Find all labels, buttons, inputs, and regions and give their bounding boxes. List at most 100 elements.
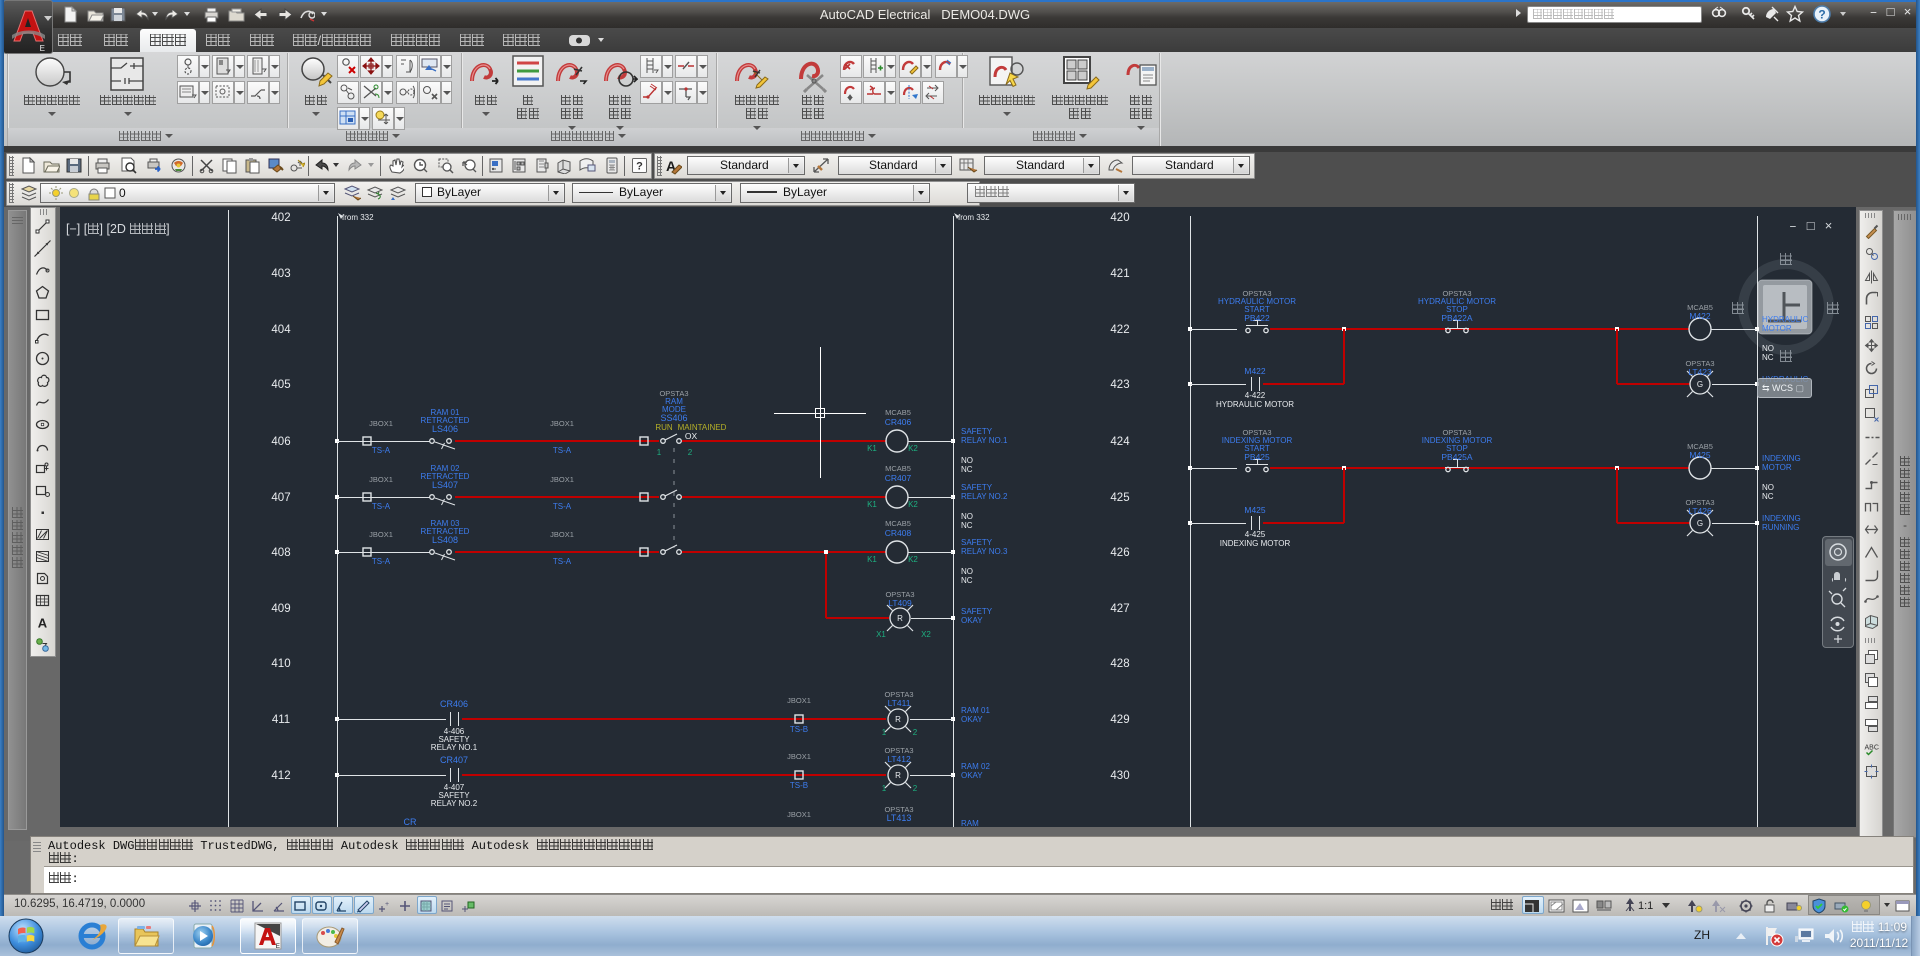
svg-text:LS408: LS408 [432, 535, 458, 545]
svg-text:from 332: from 332 [958, 213, 990, 222]
svg-text:407: 407 [271, 492, 290, 504]
svg-text:409: 409 [271, 603, 290, 615]
svg-text:RELAY NO.3: RELAY NO.3 [961, 547, 1008, 556]
svg-text:SAFETY: SAFETY [961, 483, 993, 492]
svg-text:M422: M422 [1689, 311, 1711, 321]
svg-text:JBOX1: JBOX1 [787, 696, 811, 705]
svg-text:403: 403 [271, 268, 290, 280]
svg-text:+: + [385, 901, 389, 908]
svg-text:HYDRAULIC: HYDRAULIC [1762, 315, 1808, 324]
svg-text:X2: X2 [921, 630, 931, 639]
svg-text:?: ? [636, 161, 643, 173]
svg-text:NC: NC [961, 521, 973, 530]
svg-text:RUN: RUN [655, 423, 673, 432]
svg-text:TS-B: TS-B [790, 725, 808, 734]
svg-text:NO: NO [961, 567, 973, 576]
svg-text:420: 420 [1110, 212, 1129, 224]
svg-text:K1: K1 [867, 555, 877, 564]
svg-text:424: 424 [1110, 436, 1130, 448]
svg-text:422: 422 [1110, 324, 1129, 336]
svg-text:NO: NO [1762, 344, 1774, 353]
svg-text:PB422A: PB422A [1441, 313, 1473, 323]
svg-text:TS-A: TS-A [553, 502, 572, 511]
svg-text:RELAY NO.2: RELAY NO.2 [431, 799, 478, 808]
svg-text:430: 430 [1110, 770, 1129, 782]
svg-text:429: 429 [1110, 714, 1129, 726]
svg-text:TS-A: TS-A [372, 557, 391, 566]
svg-text:1: 1 [657, 448, 662, 457]
svg-text:RELAY NO.1: RELAY NO.1 [961, 436, 1008, 445]
svg-text:NO: NO [1762, 483, 1774, 492]
svg-text:K2: K2 [908, 444, 918, 453]
svg-text:410: 410 [271, 658, 290, 670]
svg-text:MCAB5: MCAB5 [885, 408, 911, 417]
svg-text:NO: NO [961, 512, 973, 521]
svg-text:?: ? [1818, 8, 1825, 22]
svg-text:427: 427 [1110, 603, 1129, 615]
svg-text:JBOX1: JBOX1 [550, 475, 574, 484]
svg-text:E: E [276, 943, 281, 950]
svg-text:404: 404 [271, 324, 291, 336]
svg-text:TS-A: TS-A [372, 502, 391, 511]
svg-text:408: 408 [271, 547, 290, 559]
svg-text:G: G [1697, 519, 1703, 528]
svg-text:1: 1 [882, 784, 887, 793]
svg-text:LS407: LS407 [432, 480, 458, 490]
svg-text:JBOX1: JBOX1 [787, 810, 811, 819]
svg-text:JBOX1: JBOX1 [369, 419, 393, 428]
svg-text:LT412: LT412 [887, 754, 911, 764]
svg-text:SAFETY: SAFETY [961, 607, 993, 616]
svg-text:OKAY: OKAY [961, 715, 983, 724]
svg-text:JBOX1: JBOX1 [550, 419, 574, 428]
svg-text:425: 425 [1110, 492, 1129, 504]
svg-text:HYDRAULIC MOTOR: HYDRAULIC MOTOR [1216, 400, 1294, 409]
svg-text:X1: X1 [876, 630, 886, 639]
svg-text:LT413: LT413 [887, 813, 912, 823]
svg-text:412: 412 [271, 770, 290, 782]
svg-text:2: 2 [913, 728, 918, 737]
svg-text:CR406: CR406 [885, 417, 912, 427]
svg-text:R: R [897, 614, 903, 623]
svg-text:SAFETY: SAFETY [961, 427, 993, 436]
svg-text:2: 2 [913, 784, 918, 793]
svg-text:NC: NC [1762, 492, 1774, 501]
svg-text:421: 421 [1110, 268, 1129, 280]
svg-text:M422: M422 [1244, 366, 1266, 376]
svg-text:CR406: CR406 [440, 699, 468, 709]
svg-text:1: 1 [882, 728, 887, 737]
svg-text:G: G [1697, 380, 1703, 389]
svg-text:2: 2 [688, 448, 693, 457]
svg-text:411: 411 [272, 714, 290, 726]
svg-text:INDEXING: INDEXING [1762, 454, 1801, 463]
svg-text:NC: NC [961, 465, 973, 474]
svg-text:MCAB5: MCAB5 [885, 464, 911, 473]
svg-text:NC: NC [1762, 353, 1774, 362]
svg-text:K1: K1 [867, 500, 877, 509]
svg-text:MOTOR: MOTOR [1762, 463, 1792, 472]
svg-text:PB422: PB422 [1244, 313, 1270, 323]
svg-text:A: A [38, 616, 48, 631]
svg-text:LT409: LT409 [888, 598, 912, 608]
svg-text:423: 423 [1110, 379, 1129, 391]
svg-text:LT423: LT423 [1688, 367, 1712, 377]
svg-text:TS-B: TS-B [790, 781, 808, 790]
svg-text:JBOX1: JBOX1 [369, 475, 393, 484]
svg-text:1:1: 1:1 [1638, 900, 1653, 912]
svg-text:LT411: LT411 [888, 698, 911, 708]
svg-text:M425: M425 [1244, 505, 1266, 515]
svg-text:RELAY NO.1: RELAY NO.1 [431, 743, 478, 752]
svg-text:PB425A: PB425A [1441, 452, 1473, 462]
svg-text:JBOX1: JBOX1 [369, 530, 393, 539]
svg-text:K2: K2 [908, 555, 918, 564]
svg-text:SAFETY: SAFETY [961, 538, 993, 547]
svg-text:RUNNING: RUNNING [1762, 523, 1799, 532]
svg-text:SS406: SS406 [660, 413, 687, 423]
svg-text:K1: K1 [867, 444, 877, 453]
svg-text:CR408: CR408 [885, 528, 912, 538]
svg-text:CR407: CR407 [440, 755, 468, 765]
svg-text:RAM: RAM [961, 819, 979, 827]
svg-text:JBOX1: JBOX1 [787, 752, 811, 761]
svg-text:RAM 02: RAM 02 [961, 762, 990, 771]
svg-text:PB425: PB425 [1244, 452, 1270, 462]
svg-text:CR407: CR407 [885, 473, 912, 483]
